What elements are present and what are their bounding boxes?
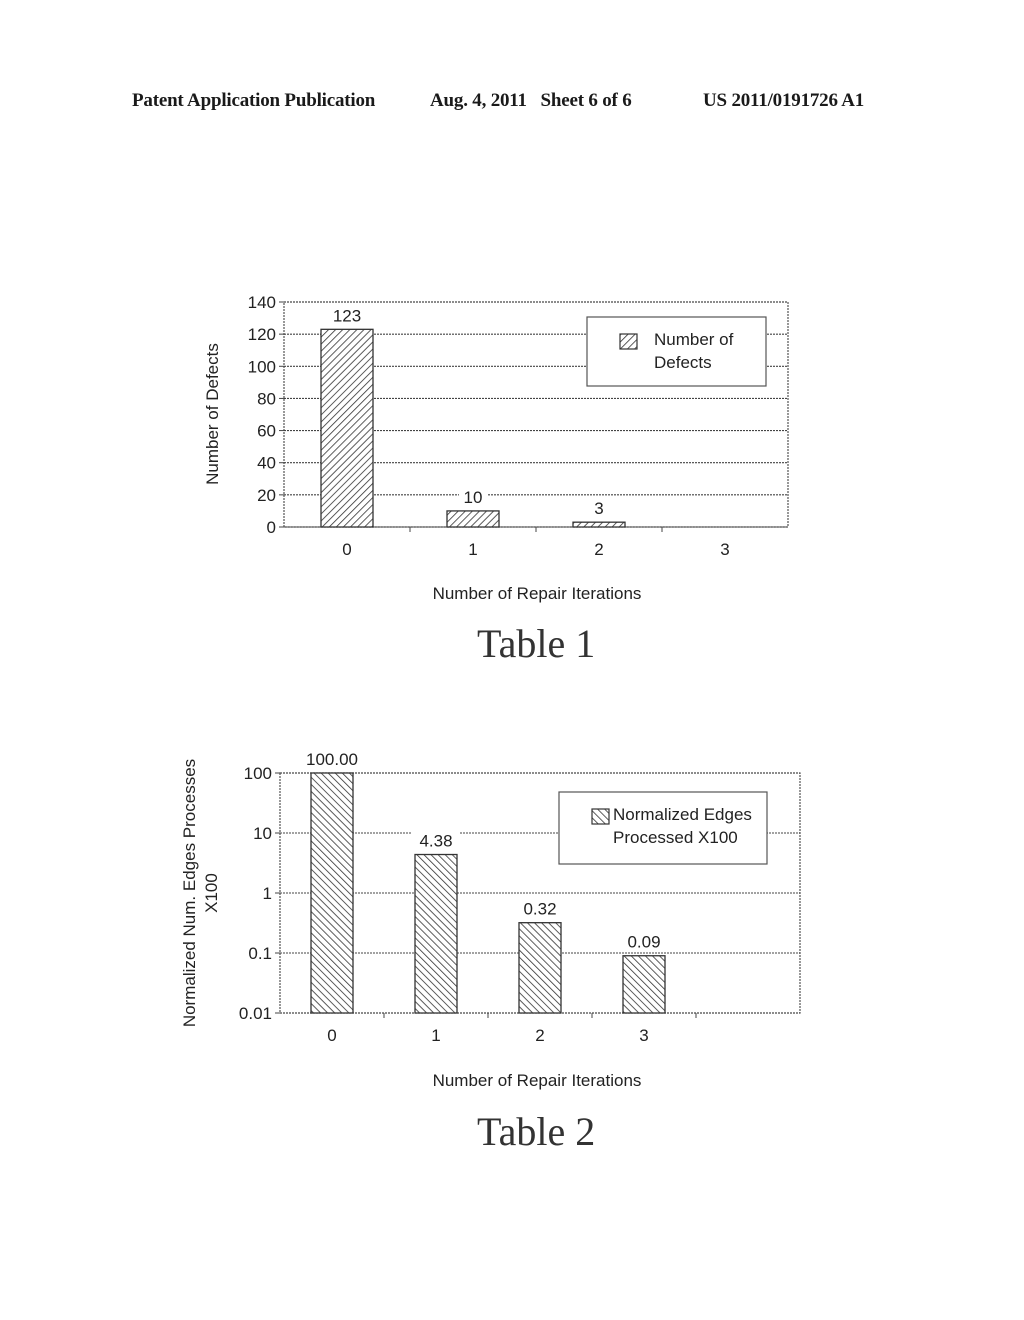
y-tick-label: 60	[257, 422, 276, 441]
x-tick-label: 3	[720, 540, 729, 559]
bar	[320, 328, 374, 528]
x-tick-label: 2	[535, 1026, 544, 1045]
y-tick-label: 0	[267, 518, 276, 537]
data-label: 0.09	[627, 933, 660, 952]
x-axis-label: Number of Repair Iterations	[433, 584, 642, 603]
y-axis-label: X100	[202, 873, 221, 913]
bar	[622, 955, 666, 1014]
data-label: 123	[333, 306, 361, 325]
x-tick-label: 3	[639, 1026, 648, 1045]
legend-swatch	[619, 333, 638, 350]
bar	[572, 521, 626, 528]
x-axis-label: Number of Repair Iterations	[433, 1071, 642, 1090]
x-tick-label: 0	[327, 1026, 336, 1045]
y-axis-label: Number of Defects	[203, 343, 222, 485]
data-label: 10	[464, 488, 483, 507]
y-tick-label: 100	[248, 357, 276, 376]
y-axis-label: Normalized Num. Edges Processes	[180, 759, 199, 1027]
data-label: 100.00	[306, 750, 358, 769]
data-label: 3	[594, 499, 603, 518]
legend-swatch	[591, 808, 610, 825]
x-tick-label: 1	[431, 1026, 440, 1045]
y-tick-label: 1	[263, 884, 272, 903]
data-label: 4.38	[419, 832, 452, 851]
y-tick-label: 100	[244, 764, 272, 783]
y-tick-label: 10	[253, 824, 272, 843]
bar	[446, 510, 500, 528]
data-label: 0.32	[523, 900, 556, 919]
bar	[310, 772, 354, 1014]
x-tick-label: 0	[342, 540, 351, 559]
y-tick-label: 80	[257, 389, 276, 408]
legend-label: Processed X100	[613, 828, 738, 847]
y-tick-label: 140	[248, 293, 276, 312]
x-tick-label: 1	[468, 540, 477, 559]
legend-label: Normalized Edges	[613, 805, 752, 824]
y-tick-label: 0.1	[248, 944, 272, 963]
bar	[414, 853, 458, 1014]
y-tick-label: 0.01	[239, 1004, 272, 1023]
x-tick-label: 2	[594, 540, 603, 559]
legend-label: Number of	[654, 330, 734, 349]
legend-box	[586, 316, 767, 387]
caption-table-2: Table 2	[477, 1109, 596, 1154]
bar	[518, 922, 562, 1014]
y-tick-label: 20	[257, 486, 276, 505]
legend-label: Defects	[654, 353, 712, 372]
caption-table-1: Table 1	[477, 621, 596, 666]
y-tick-label: 120	[248, 325, 276, 344]
y-tick-label: 40	[257, 454, 276, 473]
